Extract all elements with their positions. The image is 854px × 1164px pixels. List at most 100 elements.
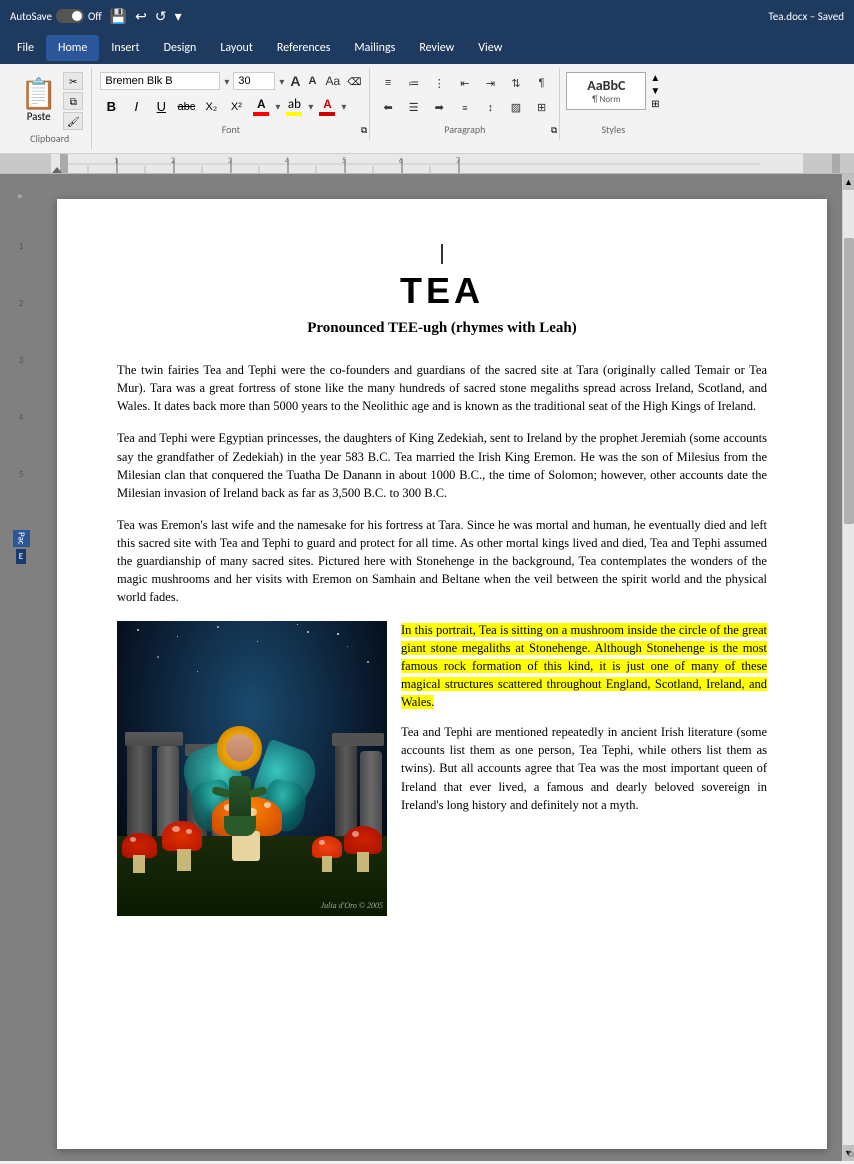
paragraph-label: Paragraph bbox=[376, 123, 553, 136]
change-case-button[interactable]: Aa bbox=[323, 74, 344, 88]
clipboard-expand[interactable]: ⧉ bbox=[848, 1149, 854, 1160]
paste-button[interactable]: 📋 Paste bbox=[16, 76, 61, 127]
font-name-dropdown[interactable]: ▾ bbox=[224, 75, 229, 88]
borders-button[interactable]: ⊞ bbox=[530, 97, 554, 119]
bullets-button[interactable]: ≡ bbox=[376, 72, 400, 94]
fairy-image: Julia d'Oro © 2005 bbox=[117, 621, 387, 916]
shading-button[interactable]: ▨ bbox=[504, 97, 528, 119]
font-size-input[interactable] bbox=[233, 72, 275, 90]
margin-numbers: 1 2 3 4 5 bbox=[19, 241, 24, 526]
scrollbar-thumb[interactable] bbox=[844, 238, 854, 525]
highlight-dropdown[interactable]: ▾ bbox=[308, 100, 313, 113]
image-text-section: Julia d'Oro © 2005 In this portrait, Tea… bbox=[117, 621, 767, 916]
clear-format-button[interactable]: ⌫ bbox=[347, 75, 361, 88]
cursor-bar bbox=[441, 244, 443, 264]
font-color2-button[interactable]: A bbox=[316, 96, 338, 118]
title-bar-left: AutoSave Off 💾 ↩ ↺ ▾ bbox=[10, 8, 182, 25]
align-center-button[interactable]: ☰ bbox=[402, 97, 426, 119]
text-highlight-button[interactable]: ab bbox=[283, 96, 305, 118]
page-indicator-2: E bbox=[16, 549, 26, 564]
font-expand[interactable]: ⧉ bbox=[361, 125, 367, 136]
left-margin: ◄ 1 2 3 4 5 Pac E bbox=[0, 174, 42, 1161]
format-painter-button[interactable]: 🖌 bbox=[63, 112, 83, 130]
show-formatting-button[interactable]: ¶ bbox=[530, 72, 554, 94]
align-right-button[interactable]: ➡ bbox=[427, 97, 451, 119]
undo-icon[interactable]: ↩ bbox=[135, 8, 147, 25]
numbering-button[interactable]: ≔ bbox=[402, 72, 426, 94]
redo-icon[interactable]: ↺ bbox=[155, 8, 167, 25]
align-left-button[interactable]: ⬅ bbox=[376, 97, 400, 119]
margin-indicator: ◄ bbox=[16, 192, 26, 201]
styles-down-button[interactable]: ▼ bbox=[650, 86, 660, 97]
document-area: ◄ 1 2 3 4 5 Pac E TEA Pronounced TEE-ugh… bbox=[0, 174, 854, 1161]
paragraph-1: The twin fairies Tea and Tephi were the … bbox=[117, 361, 767, 415]
menu-insert[interactable]: Insert bbox=[99, 35, 151, 61]
justify-button[interactable]: ≡ bbox=[453, 97, 477, 119]
style-normal[interactable]: AaBbC ¶ Norm bbox=[566, 72, 646, 110]
ribbon: 📋 Paste ✂ ⧉ 🖌 Clipboard ⧉ ▾ ▾ A A bbox=[0, 64, 854, 154]
clipboard-section: 📋 Paste ✂ ⧉ 🖌 Clipboard ⧉ bbox=[8, 68, 92, 149]
copy-button[interactable]: ⧉ bbox=[63, 92, 83, 110]
svg-text:1: 1 bbox=[114, 156, 118, 166]
svg-text:2: 2 bbox=[171, 156, 175, 166]
styles-more-button[interactable]: ⊞ bbox=[650, 99, 660, 110]
decrease-indent-button[interactable]: ⇤ bbox=[453, 72, 477, 94]
document-page: TEA Pronounced TEE-ugh (rhymes with Leah… bbox=[57, 199, 827, 1149]
menu-review[interactable]: Review bbox=[407, 35, 466, 61]
font-size-dropdown[interactable]: ▾ bbox=[279, 75, 284, 88]
autosave-toggle[interactable] bbox=[56, 9, 84, 23]
menu-design[interactable]: Design bbox=[152, 35, 209, 61]
font-color-button[interactable]: A bbox=[250, 96, 272, 118]
paragraph-expand[interactable]: ⧉ bbox=[551, 125, 557, 136]
superscript-button[interactable]: X² bbox=[225, 96, 247, 118]
more-icon[interactable]: ▾ bbox=[175, 8, 182, 25]
line-spacing-button[interactable]: ↕ bbox=[479, 97, 503, 119]
paragraph-3: Tea was Eremon's last wife and the names… bbox=[117, 516, 767, 607]
styles-up-button[interactable]: ▲ bbox=[650, 73, 660, 84]
document-subtitle: Pronounced TEE-ugh (rhymes with Leah) bbox=[117, 320, 767, 337]
menu-mailings[interactable]: Mailings bbox=[342, 35, 407, 61]
page-container[interactable]: TEA Pronounced TEE-ugh (rhymes with Leah… bbox=[42, 174, 842, 1161]
menu-layout[interactable]: Layout bbox=[208, 35, 265, 61]
underline-button[interactable]: U bbox=[150, 96, 172, 118]
scrollbar-track[interactable] bbox=[843, 190, 854, 1145]
styles-label: Styles bbox=[566, 123, 660, 136]
sort-button[interactable]: ⇅ bbox=[504, 72, 528, 94]
svg-text:7: 7 bbox=[456, 156, 460, 166]
menu-home[interactable]: Home bbox=[46, 35, 99, 61]
bold-button[interactable]: B bbox=[100, 96, 122, 118]
cut-button[interactable]: ✂ bbox=[63, 72, 83, 90]
subscript-button[interactable]: X₂ bbox=[200, 96, 222, 118]
font-color-dropdown[interactable]: ▾ bbox=[275, 100, 280, 113]
svg-text:4: 4 bbox=[285, 156, 289, 166]
document-filename: Tea.docx – Saved bbox=[768, 10, 844, 23]
font-label: Font bbox=[100, 123, 361, 136]
document-title: TEA bbox=[117, 270, 767, 312]
strikethrough-button[interactable]: abc bbox=[175, 96, 197, 118]
paragraph-4: Tea and Tephi are mentioned repeatedly i… bbox=[401, 723, 767, 814]
shrink-font-button[interactable]: A bbox=[307, 75, 319, 87]
grow-font-button[interactable]: A bbox=[288, 73, 302, 89]
clipboard-label: Clipboard bbox=[30, 132, 69, 145]
menu-references[interactable]: References bbox=[265, 35, 343, 61]
autosave-label: AutoSave Off bbox=[10, 9, 102, 23]
font-name-input[interactable] bbox=[100, 72, 220, 90]
ruler: 1 2 3 4 5 6 7 bbox=[0, 154, 854, 174]
paragraph-2: Tea and Tephi were Egyptian princesses, … bbox=[117, 429, 767, 502]
font-section: ▾ ▾ A A Aa ⌫ B I U abc X₂ X² A ▾ bbox=[92, 68, 370, 140]
font-color2-dropdown[interactable]: ▾ bbox=[341, 100, 346, 113]
multilevel-list-button[interactable]: ⋮ bbox=[427, 72, 451, 94]
document-body: The twin fairies Tea and Tephi were the … bbox=[117, 361, 767, 916]
menu-file[interactable]: File bbox=[5, 35, 46, 61]
svg-text:5: 5 bbox=[342, 156, 346, 166]
save-icon[interactable]: 💾 bbox=[110, 8, 127, 25]
increase-indent-button[interactable]: ⇥ bbox=[479, 72, 503, 94]
right-text-column: In this portrait, Tea is sitting on a mu… bbox=[401, 621, 767, 916]
highlighted-text: In this portrait, Tea is sitting on a mu… bbox=[401, 623, 767, 710]
vertical-scrollbar[interactable]: ▲ ▼ bbox=[842, 174, 854, 1161]
menu-bar: File Home Insert Design Layout Reference… bbox=[0, 32, 854, 64]
menu-view[interactable]: View bbox=[466, 35, 514, 61]
highlighted-paragraph: In this portrait, Tea is sitting on a mu… bbox=[401, 621, 767, 712]
italic-button[interactable]: I bbox=[125, 96, 147, 118]
scrollbar-up-button[interactable]: ▲ bbox=[843, 174, 854, 190]
